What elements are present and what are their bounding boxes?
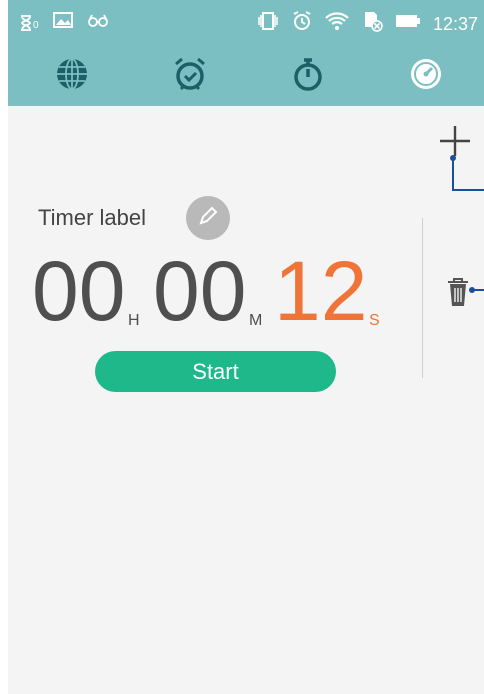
hourglass-icon: 0 (20, 14, 39, 31)
globe-icon (54, 56, 90, 97)
annotation-connector-lines (450, 155, 484, 293)
glasses-icon (87, 13, 109, 32)
seconds-unit: S (369, 312, 380, 329)
timer-label: Timer label (38, 205, 146, 230)
stopwatch-icon (290, 56, 326, 97)
tab-world-clock[interactable] (50, 54, 94, 98)
clock-time: 12:37 (432, 13, 478, 34)
vibrate-icon (257, 10, 279, 37)
no-sd-icon (361, 10, 383, 37)
card-divider (422, 218, 423, 378)
start-button[interactable]: Start (95, 351, 336, 392)
status-bar: 0 12:37 (8, 0, 484, 46)
tab-timer[interactable] (404, 54, 448, 98)
tab-stopwatch[interactable] (286, 54, 330, 98)
tab-alarm[interactable] (168, 54, 212, 98)
minutes-value[interactable]: 00 (153, 249, 246, 333)
hourglass-count: 0 (33, 19, 39, 31)
hours-unit: H (128, 312, 140, 329)
clock-tab-bar (8, 46, 484, 106)
hours-value[interactable]: 00 (32, 249, 125, 333)
pencil-icon (197, 205, 219, 232)
battery-icon (395, 13, 421, 34)
alarm-icon (291, 10, 313, 37)
minutes-unit: M (249, 312, 263, 329)
edit-label-button[interactable] (186, 196, 230, 240)
alarm-clock-icon (172, 56, 208, 97)
timer-screen: 0 12:37 Timer label 00 H 00 M 12 S Start (8, 0, 484, 694)
timer-icon (408, 56, 444, 97)
seconds-value[interactable]: 12 (274, 249, 367, 333)
wifi-icon (325, 11, 349, 36)
image-icon (52, 12, 73, 33)
